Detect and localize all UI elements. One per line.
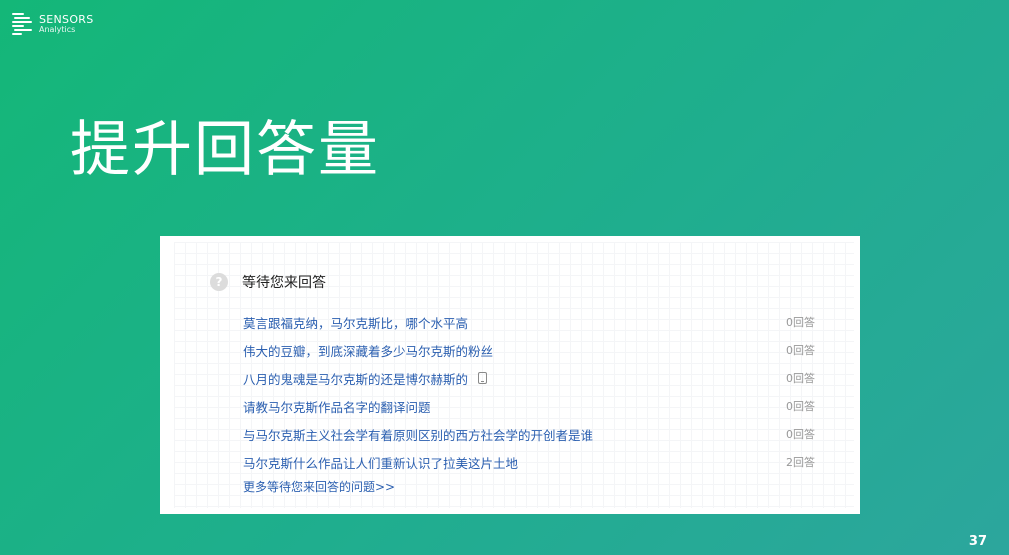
question-text: 请教马尔克斯作品名字的翻译问题 [243, 399, 431, 415]
question-link[interactable]: 马尔克斯什么作品让人们重新认识了拉美这片土地 [243, 453, 518, 472]
question-text: 马尔克斯什么作品让人们重新认识了拉美这片土地 [243, 455, 519, 471]
answer-count: 0回答 [786, 428, 815, 441]
question-link[interactable]: 与马尔克斯主义社会学有着原则区别的西方社会学的开创者是谁 [243, 425, 593, 444]
answer-count: 2回答 [786, 456, 815, 469]
question-link[interactable]: 八月的鬼魂是马尔克斯的还是博尔赫斯的 [243, 369, 488, 388]
mobile-phone-icon [478, 372, 488, 384]
more-questions-link[interactable]: 更多等待您来回答的问题>> [243, 478, 395, 495]
question-row: 请教马尔克斯作品名字的翻译问题 0回答 [243, 392, 815, 420]
question-link[interactable]: 请教马尔克斯作品名字的翻译问题 [243, 397, 431, 416]
slide-title: 提升回答量 [70, 115, 380, 185]
question-row: 八月的鬼魂是马尔克斯的还是博尔赫斯的 0回答 [243, 364, 815, 392]
question-text: 八月的鬼魂是马尔克斯的还是博尔赫斯的 [243, 371, 469, 387]
question-link[interactable]: 莫言跟福克纳，马尔克斯比，哪个水平高 [243, 313, 468, 332]
question-link[interactable]: 伟大的豆瓣，到底深藏着多少马尔克斯的粉丝 [243, 341, 493, 360]
page-number: 37 [968, 534, 987, 549]
sensors-logo-icon [12, 12, 34, 36]
panel-title: 等待您来回答 [242, 275, 326, 291]
brand-logo: SENSORS Analytics [12, 12, 94, 36]
answer-count: 0回答 [786, 372, 815, 385]
questions-panel: ? 等待您来回答 莫言跟福克纳，马尔克斯比，哪个水平高 0回答 伟大的豆瓣，到底深藏… [160, 236, 860, 514]
question-row: 莫言跟福克纳，马尔克斯比，哪个水平高 0回答 [243, 308, 815, 336]
question-mark-icon: ? [210, 273, 228, 291]
question-list: 莫言跟福克纳，马尔克斯比，哪个水平高 0回答 伟大的豆瓣，到底深藏着多少马尔克斯的粉… [243, 308, 815, 476]
question-text: 与马尔克斯主义社会学有着原则区别的西方社会学的开创者是谁 [243, 427, 594, 443]
brand-name: SENSORS [39, 13, 94, 26]
question-row: 马尔克斯什么作品让人们重新认识了拉美这片土地 2回答 [243, 448, 815, 476]
question-text: 莫言跟福克纳，马尔克斯比，哪个水平高 [243, 315, 469, 331]
question-row: 伟大的豆瓣，到底深藏着多少马尔克斯的粉丝 0回答 [243, 336, 815, 364]
question-text: 伟大的豆瓣，到底深藏着多少马尔克斯的粉丝 [243, 343, 494, 359]
answer-count: 0回答 [786, 316, 815, 329]
answer-count: 0回答 [786, 344, 815, 357]
answer-count: 0回答 [786, 400, 815, 413]
brand-subtitle: Analytics [39, 25, 76, 34]
question-row: 与马尔克斯主义社会学有着原则区别的西方社会学的开创者是谁 0回答 [243, 420, 815, 448]
panel-header: ? 等待您来回答 [210, 272, 326, 292]
